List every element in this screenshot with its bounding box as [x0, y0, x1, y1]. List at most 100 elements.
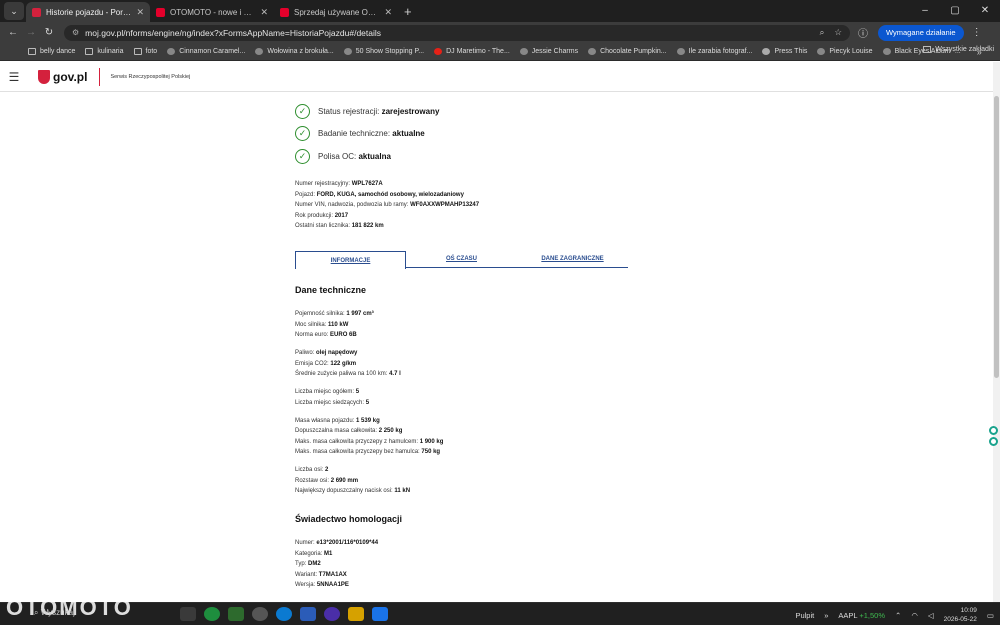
site-info-icon[interactable]: ⚙ — [72, 28, 79, 37]
zoom-icon[interactable]: ⌕ — [820, 27, 825, 38]
homologation-row: Wersja: 5NNAA1PE — [295, 582, 349, 588]
desktop-label[interactable]: Pulpit — [795, 611, 814, 620]
taskbar-search[interactable]: ⌕ Wyszukaj — [34, 608, 75, 618]
tab-search-button[interactable]: ⌄ — [4, 2, 24, 20]
vehicle-info-row: Numer rejestracyjny: WPL7627A — [295, 181, 383, 187]
settings-icon[interactable] — [252, 607, 268, 621]
notification-icon[interactable]: ▭ — [987, 611, 994, 620]
site-icon — [255, 48, 264, 55]
app-icon[interactable] — [324, 607, 340, 621]
browser-tab[interactable]: Historie pojazdu - Portal gov.pl ✕ — [26, 2, 150, 22]
field-label: Wersja: — [295, 582, 316, 588]
new-tab-button[interactable]: + — [404, 4, 412, 19]
browser-tab-strip: ⌄ Historie pojazdu - Portal gov.pl✕OTOMO… — [0, 0, 1000, 22]
stock-change: +1,50% — [859, 610, 886, 620]
field-label: Średnie zużycie paliwa na 100 km: — [295, 371, 388, 377]
technical-row: Największy dopuszczalny nacisk osi: 11 k… — [295, 488, 410, 494]
tab-title: Sprzedaj używane Osobowe | O — [294, 7, 379, 17]
field-value: 2 690 mm — [330, 477, 359, 484]
section-title-technical: Dane techniczne — [295, 285, 367, 295]
bookmark-label: Ile zarabia fotograf... — [688, 48, 753, 55]
homologation-row: Typ: DM2 — [295, 561, 321, 567]
stock-widget[interactable]: AAPL +1,50% — [838, 611, 885, 620]
maximize-icon[interactable]: ▢ — [940, 0, 970, 22]
close-tab-icon[interactable]: ✕ — [384, 7, 392, 18]
all-bookmarks-button[interactable]: Wszystkie zakładki — [923, 46, 994, 53]
reload-button[interactable]: ↻ — [40, 27, 58, 38]
tab-title: OTOMOTO - nowe i używane sa — [170, 7, 256, 17]
tab-label: DANE ZAGRANICZNE — [541, 256, 604, 262]
field-value: EURO 6B — [330, 332, 357, 338]
bookmark-item[interactable]: Jessie Charms — [519, 48, 578, 55]
field-label: Moc silnika: — [295, 321, 327, 328]
bookmark-label: kulinaria — [97, 48, 124, 55]
bookmark-item[interactable]: Wołowina z brokuła... — [255, 48, 334, 55]
favicon-icon — [156, 7, 165, 17]
bookmark-item[interactable]: kulinaria — [85, 48, 124, 55]
file-explorer-icon[interactable] — [348, 607, 364, 621]
tray-overflow-icon[interactable]: » — [824, 611, 828, 620]
bookmark-item[interactable]: Ile zarabia fotograf... — [676, 48, 753, 55]
chevron-up-icon[interactable]: ⌃ — [895, 611, 901, 620]
bookmark-label: DJ Maretimo - The... — [446, 48, 510, 55]
teams-icon[interactable] — [300, 607, 316, 621]
tab-dane-zagraniczne[interactable]: DANE ZAGRANICZNE — [517, 251, 628, 267]
window-controls: – ▢ ✕ — [910, 0, 1000, 22]
hamburger-menu-icon[interactable]: ☰ — [0, 70, 28, 84]
field-value: 181 822 km — [351, 223, 384, 229]
tab-os-czasu[interactable]: OŚ CZASU — [406, 251, 517, 267]
bookmark-item[interactable]: belly dance — [28, 48, 75, 55]
bookmark-label: Chocolate Pumpkin... — [600, 48, 667, 55]
bookmark-label: Press This — [774, 48, 808, 55]
folder-icon — [133, 48, 142, 55]
bookmark-item[interactable]: Cinnamon Caramel... — [167, 48, 245, 55]
app-icon-2[interactable] — [372, 607, 388, 621]
registration-status: ✓ Status rejestracji: zarejestrowany — [295, 104, 439, 119]
action-required-button[interactable]: Wymagane działanie — [878, 24, 964, 41]
wordpress-icon — [762, 48, 771, 55]
field-value: T7MA1AX — [318, 571, 347, 578]
tab-informacje[interactable]: INFORMACJE — [295, 251, 406, 269]
edge-icon[interactable] — [276, 607, 292, 621]
network-icon[interactable]: ◠ — [911, 611, 918, 620]
bookmark-star-icon[interactable]: ☆ — [834, 27, 842, 38]
field-value: 1 539 kg — [356, 417, 380, 424]
section-title-homologation: Świadectwo homologacji — [295, 514, 403, 524]
field-label: Pojazd: — [295, 191, 316, 198]
browser-menu-icon[interactable]: ⋮ — [972, 27, 982, 38]
forward-button[interactable]: → — [22, 27, 40, 38]
clock-date: 2026-05-22 — [943, 616, 977, 623]
bookmark-item[interactable]: Chocolate Pumpkin... — [588, 48, 667, 55]
browser-tab[interactable]: Sprzedaj używane Osobowe | O ✕ — [274, 2, 398, 22]
field-value: 11 kN — [394, 488, 411, 494]
govpl-logo[interactable]: gov.pl — [38, 69, 87, 84]
field-label: Liczba miejsc siedzących: — [295, 399, 365, 406]
back-button[interactable]: ← — [4, 27, 22, 38]
chrome-icon[interactable] — [204, 607, 220, 621]
task-view-icon[interactable] — [180, 607, 196, 621]
close-window-icon[interactable]: ✕ — [970, 0, 1000, 22]
check-circle-icon: ✓ — [295, 104, 310, 119]
bookmark-item[interactable]: DJ Maretimo - The... — [434, 48, 510, 55]
clock[interactable]: 10:09 2026-05-22 — [944, 606, 977, 624]
bookmark-item[interactable]: foto — [133, 48, 157, 55]
site-icon — [588, 48, 597, 55]
address-bar[interactable]: ⚙ moj.gov.pl/nforms/engine/ng/index?xFor… — [64, 24, 850, 41]
close-tab-icon[interactable]: ✕ — [260, 7, 268, 18]
close-tab-icon[interactable]: ✕ — [136, 7, 144, 18]
bookmark-label: Piecyk Louise — [829, 48, 873, 55]
bookmark-item[interactable]: 50 Show Stopping P... — [343, 48, 424, 55]
all-bookmarks-label: Wszystkie zakładki — [935, 46, 994, 53]
tab-label: OŚ CZASU — [445, 256, 477, 262]
bookmark-item[interactable]: Press This — [762, 48, 807, 55]
youtube-icon — [434, 48, 443, 55]
store-icon[interactable] — [228, 607, 244, 621]
scrollbar-thumb[interactable] — [994, 96, 999, 378]
system-tray: Pulpit » AAPL +1,50% ⌃ ◠ ◁ 10:09 2026-05… — [795, 606, 994, 624]
extension-info-icon[interactable]: ⓘ — [858, 25, 868, 40]
bookmark-item[interactable]: Piecyk Louise — [817, 48, 873, 55]
volume-icon[interactable]: ◁ — [928, 611, 934, 620]
browser-tab[interactable]: OTOMOTO - nowe i używane sa ✕ — [150, 2, 274, 22]
minimize-icon[interactable]: – — [910, 0, 940, 22]
technical-row: Dopuszczalna masa całkowita: 2 250 kg — [295, 428, 402, 434]
